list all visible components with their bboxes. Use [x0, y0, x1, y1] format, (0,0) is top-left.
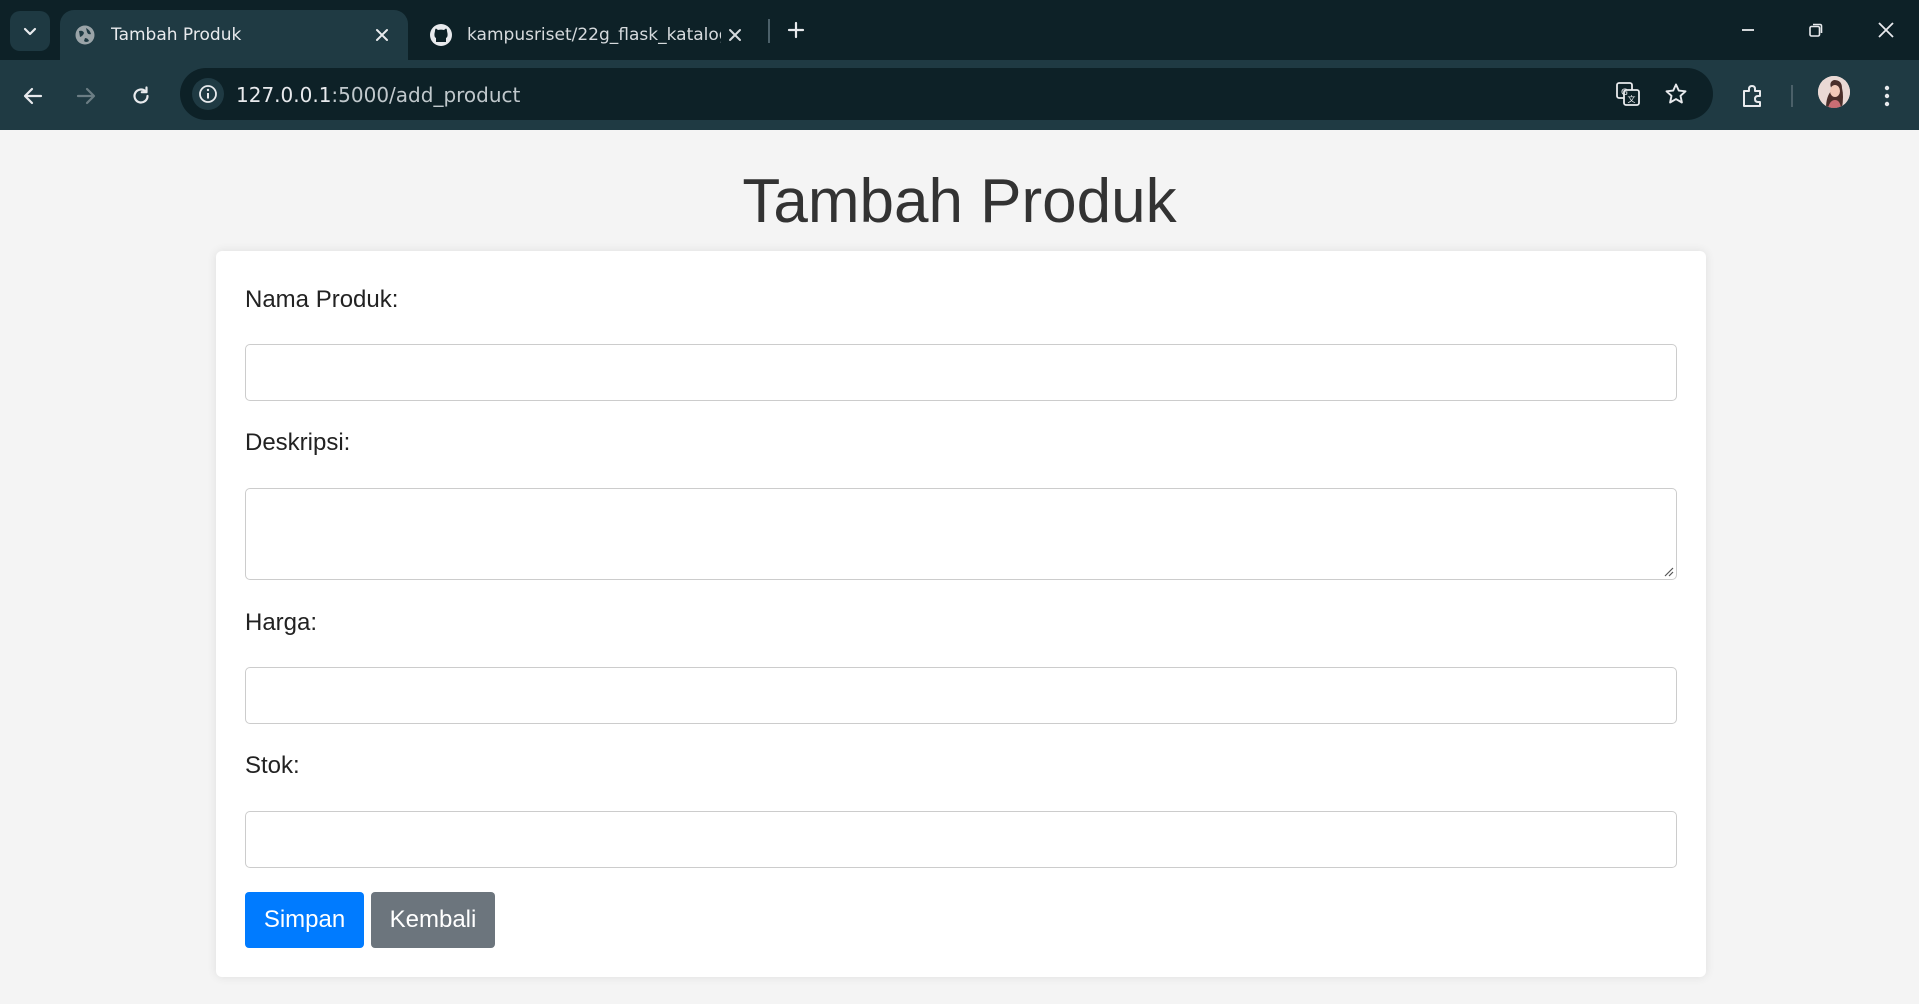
stock-input[interactable] — [245, 811, 1677, 868]
url-path: :5000/add_product — [331, 83, 521, 107]
url-text: 127.0.0.1:5000/add_product — [236, 83, 520, 107]
page-title: Tambah Produk — [742, 167, 1177, 236]
back-button[interactable]: Kembali — [371, 892, 495, 948]
site-info-button[interactable] — [192, 78, 224, 110]
save-button[interactable]: Simpan — [245, 892, 364, 948]
new-tab-button[interactable] — [780, 14, 812, 46]
profile-picture-icon — [1818, 76, 1850, 108]
tab-title: Tambah Produk — [111, 25, 242, 45]
add-product-form: Nama Produk: Deskripsi: Harga: Stok: Sim… — [216, 251, 1706, 977]
avatar[interactable] — [1818, 76, 1850, 108]
arrow-left-icon — [23, 87, 43, 105]
info-icon — [199, 85, 217, 103]
tab-title: kampusriset/22g_flask_katalog_ — [467, 25, 721, 45]
chevron-down-icon — [23, 27, 37, 36]
tab-github[interactable]: kampusriset/22g_flask_katalog_ — [416, 10, 761, 60]
extensions-button[interactable] — [1735, 78, 1771, 114]
tab-tambah-produk[interactable]: Tambah Produk — [60, 10, 408, 60]
stock-label: Stok: — [245, 752, 300, 779]
close-icon — [1878, 22, 1894, 38]
description-label: Deskripsi: — [245, 429, 351, 456]
plus-icon — [787, 21, 805, 39]
menu-button[interactable] — [1869, 78, 1905, 114]
resize-handle-icon[interactable] — [1662, 565, 1674, 577]
tab-strip: Tambah Produk kampusriset/22g_flask_kata… — [0, 0, 1919, 60]
close-icon[interactable] — [368, 21, 396, 49]
restore-icon — [1809, 23, 1823, 37]
reload-icon — [133, 86, 149, 104]
translate-button[interactable]: G文 — [1612, 78, 1644, 110]
close-icon[interactable] — [721, 21, 749, 49]
arrow-right-icon — [76, 87, 96, 105]
svg-text:文: 文 — [1628, 94, 1636, 104]
star-icon — [1665, 83, 1687, 104]
close-window-button[interactable] — [1860, 8, 1912, 52]
toolbar-divider — [1791, 85, 1793, 107]
puzzle-icon — [1743, 85, 1761, 107]
minimize-button[interactable] — [1722, 8, 1774, 52]
forward-button[interactable] — [68, 78, 104, 114]
translate-icon: G文 — [1616, 82, 1640, 106]
more-vertical-icon — [1884, 85, 1890, 107]
github-icon — [429, 23, 453, 47]
browser-toolbar: 127.0.0.1:5000/add_product G文 — [0, 60, 1919, 130]
description-textarea[interactable] — [245, 488, 1677, 580]
restore-button[interactable] — [1790, 8, 1842, 52]
tab-search-button[interactable] — [10, 11, 50, 51]
globe-icon — [73, 23, 97, 47]
bookmark-button[interactable] — [1660, 78, 1692, 110]
price-label: Harga: — [245, 609, 318, 636]
url-host: 127.0.0.1 — [236, 83, 332, 107]
tab-divider — [768, 19, 770, 43]
minimize-icon — [1742, 29, 1754, 31]
product-name-label: Nama Produk: — [245, 286, 399, 313]
address-bar[interactable]: 127.0.0.1:5000/add_product G文 — [180, 68, 1713, 120]
product-name-input[interactable] — [245, 344, 1677, 401]
price-input[interactable] — [245, 667, 1677, 724]
back-button[interactable] — [15, 78, 51, 114]
reload-button[interactable] — [123, 78, 159, 114]
